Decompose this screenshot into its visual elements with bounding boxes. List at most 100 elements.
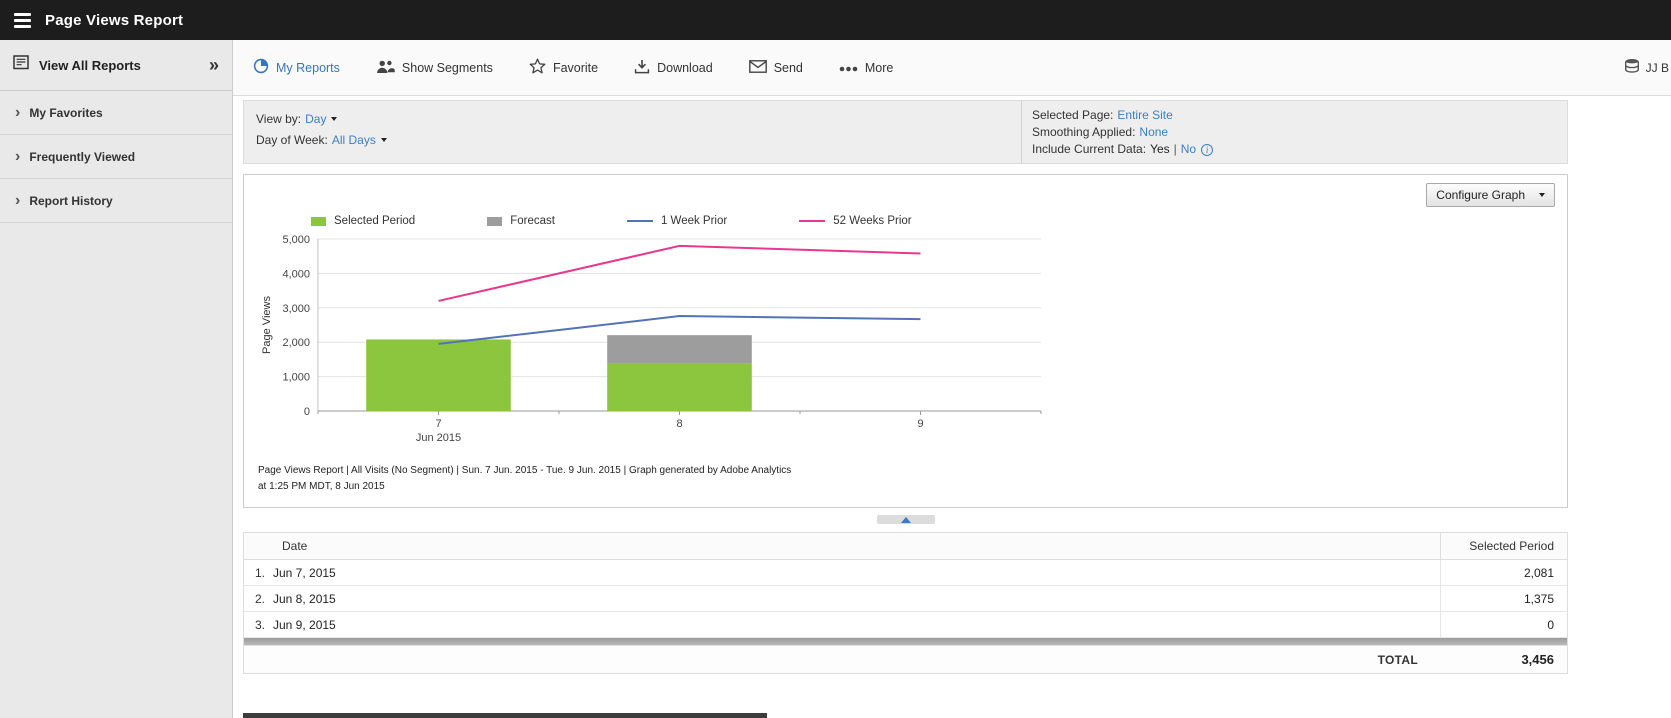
selected-page-filter: Selected Page: Entire Site (1032, 108, 1567, 123)
row-date: Jun 7, 2015 (273, 565, 336, 580)
column-header-date[interactable]: Date (244, 533, 1440, 559)
row-number: 3. (255, 617, 266, 632)
panel-area: View by: Day Day of Week: All Days Selec… (233, 96, 1671, 674)
user-menu[interactable]: JJ B (1624, 40, 1669, 95)
svg-text:3,000: 3,000 (282, 303, 310, 315)
view-by-value: Day (305, 112, 327, 126)
row-value: 2,081 (1440, 560, 1567, 585)
graph-config-row: Configure Graph (256, 183, 1555, 207)
my-reports-button[interactable]: My Reports (253, 58, 340, 77)
smoothing-filter: Smoothing Applied: None (1032, 125, 1567, 140)
info-icon[interactable] (1201, 143, 1214, 156)
show-segments-button[interactable]: Show Segments (376, 59, 493, 77)
horizontal-scrollbar[interactable] (244, 638, 1567, 645)
table-header-row: Date Selected Period (244, 533, 1567, 560)
view-by-label: View by: (256, 112, 302, 126)
column-header-selected-period[interactable]: Selected Period (1440, 533, 1567, 559)
table-row[interactable]: 3. Jun 9, 2015 0 (244, 612, 1567, 638)
sidebar-view-all-reports[interactable]: View All Reports » (0, 40, 232, 91)
chevron-right-icon: › (15, 147, 21, 165)
legend-swatch (487, 216, 503, 226)
table-row[interactable]: 1. Jun 7, 2015 2,081 (244, 560, 1567, 586)
caret-down-icon (331, 117, 338, 121)
view-all-reports-label: View All Reports (39, 57, 141, 73)
database-icon (1624, 58, 1640, 77)
report-icon (13, 55, 30, 75)
day-of-week-value: All Days (331, 133, 376, 147)
chart-caption-line2: at 1:25 PM MDT, 8 Jun 2015 (258, 481, 385, 492)
send-button[interactable]: Send (748, 59, 803, 76)
include-current-no-link[interactable]: No (1181, 142, 1196, 157)
smoothing-label: Smoothing Applied: (1032, 125, 1136, 139)
legend-item-selected-period: Selected Period (311, 215, 415, 227)
row-date: Jun 8, 2015 (273, 591, 336, 606)
report-filter-bar: View by: Day Day of Week: All Days Selec… (243, 100, 1568, 164)
next-section-edge (243, 713, 767, 718)
download-label: Download (657, 60, 713, 75)
page-title: Page Views Report (45, 11, 184, 29)
people-icon (376, 59, 395, 77)
graph-collapse-handle[interactable] (876, 515, 935, 524)
include-current-data-label: Include Current Data: (1032, 142, 1147, 156)
chart-caption-line1: Page Views Report | All Visits (No Segme… (258, 465, 792, 476)
svg-text:Page Views: Page Views (261, 296, 273, 354)
table-total-row: TOTAL 3,456 (244, 645, 1567, 673)
svg-text:4,000: 4,000 (282, 268, 310, 280)
caret-down-icon (380, 138, 387, 142)
more-label: More (864, 60, 894, 75)
include-current-data-filter: Include Current Data: Yes | No (1032, 142, 1567, 157)
day-of-week-select[interactable]: All Days (332, 133, 376, 147)
pie-chart-icon (253, 58, 269, 77)
more-button[interactable]: More (839, 61, 893, 75)
sidebar-item-frequently-viewed[interactable]: › Frequently Viewed (0, 135, 232, 179)
legend-item-52-weeks-prior: 52 Weeks Prior (799, 215, 912, 227)
triangle-up-icon (900, 516, 911, 523)
collapse-sidebar-icon[interactable]: » (209, 56, 219, 74)
svg-text:2,000: 2,000 (282, 337, 310, 349)
chart-legend: Selected Period Forecast 1 Week Prior 52… (311, 215, 1555, 227)
legend-swatch (311, 216, 326, 226)
row-value: 1,375 (1440, 586, 1567, 611)
include-current-yes[interactable]: Yes (1150, 142, 1170, 157)
view-by-select[interactable]: Day (305, 112, 326, 126)
legend-swatch (626, 220, 653, 222)
favorite-button[interactable]: Favorite (529, 58, 598, 77)
favorite-label: Favorite (552, 60, 599, 75)
app-header: Page Views Report (0, 0, 1671, 40)
legend-label: Forecast (510, 215, 555, 227)
my-reports-label: My Reports (276, 60, 340, 75)
row-date: Jun 9, 2015 (273, 617, 336, 632)
filter-right: Selected Page: Entire Site Smoothing App… (1021, 101, 1567, 163)
svg-text:0: 0 (304, 406, 310, 418)
view-by-filter: View by: Day (256, 112, 1021, 126)
legend-label: 1 Week Prior (660, 215, 728, 227)
layout: View All Reports » › My Favorites › Freq… (0, 40, 1671, 718)
table-row[interactable]: 2. Jun 8, 2015 1,375 (244, 586, 1567, 612)
svg-text:8: 8 (676, 418, 682, 430)
selected-page-label: Selected Page: (1032, 108, 1114, 122)
sidebar-item-report-history[interactable]: › Report History (0, 179, 232, 223)
ellipsis-icon (839, 61, 858, 75)
smoothing-link[interactable]: None (1139, 125, 1168, 140)
chevron-right-icon: › (15, 191, 21, 209)
download-button[interactable]: Download (634, 59, 713, 77)
page-views-chart: 0 1,000 2,000 3,000 4,000 5,000 7 8 9 Jun 2015 Pag… (261, 234, 1042, 444)
total-label: TOTAL (1377, 652, 1418, 667)
configure-graph-button[interactable]: Configure Graph (1426, 183, 1555, 207)
configure-graph-label: Configure Graph (1436, 188, 1525, 202)
envelope-icon (748, 59, 767, 76)
sidebar: View All Reports » › My Favorites › Freq… (0, 40, 233, 718)
graph-panel: Configure Graph Selected Period Forecast (243, 174, 1568, 508)
selected-page-link[interactable]: Entire Site (1117, 108, 1172, 123)
filter-left: View by: Day Day of Week: All Days (244, 101, 1021, 163)
svg-text:5,000: 5,000 (282, 234, 310, 246)
legend-label: 52 Weeks Prior (833, 215, 912, 227)
sidebar-item-label: Frequently Viewed (29, 149, 136, 164)
row-value: 0 (1440, 612, 1567, 637)
sidebar-item-label: Report History (29, 193, 113, 208)
sidebar-item-my-favorites[interactable]: › My Favorites (0, 91, 232, 135)
day-of-week-filter: Day of Week: All Days (256, 133, 1021, 147)
chevron-right-icon: › (15, 103, 21, 121)
menu-icon[interactable] (14, 12, 31, 28)
legend-item-1-week-prior: 1 Week Prior (626, 215, 728, 227)
